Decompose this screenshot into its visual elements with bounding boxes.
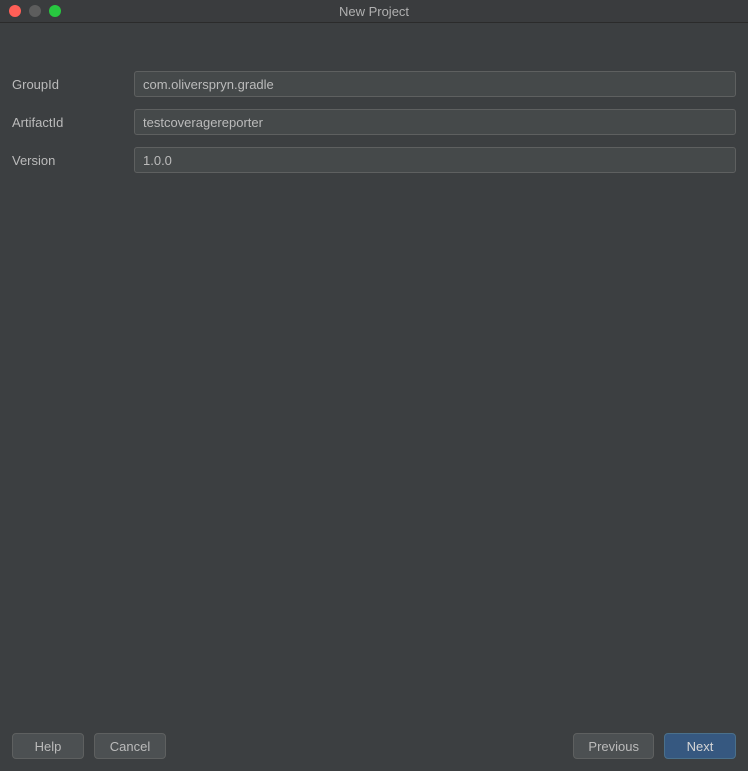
minimize-icon[interactable] <box>29 5 41 17</box>
dialog-content: GroupId ArtifactId Version Help Cancel P… <box>0 23 748 771</box>
window-controls <box>0 5 61 17</box>
close-icon[interactable] <box>9 5 21 17</box>
form-row-artifactid: ArtifactId <box>12 109 736 135</box>
groupid-label: GroupId <box>12 77 134 92</box>
titlebar: New Project <box>0 0 748 23</box>
next-button[interactable]: Next <box>664 733 736 759</box>
button-bar: Help Cancel Previous Next <box>12 723 736 759</box>
window-title: New Project <box>0 4 748 19</box>
form-area: GroupId ArtifactId Version <box>12 71 736 723</box>
version-label: Version <box>12 153 134 168</box>
groupid-input[interactable] <box>134 71 736 97</box>
cancel-button[interactable]: Cancel <box>94 733 166 759</box>
artifactid-input[interactable] <box>134 109 736 135</box>
version-input[interactable] <box>134 147 736 173</box>
form-row-version: Version <box>12 147 736 173</box>
form-row-groupid: GroupId <box>12 71 736 97</box>
maximize-icon[interactable] <box>49 5 61 17</box>
button-group-left: Help Cancel <box>12 733 166 759</box>
button-group-right: Previous Next <box>573 733 736 759</box>
previous-button[interactable]: Previous <box>573 733 654 759</box>
artifactid-label: ArtifactId <box>12 115 134 130</box>
help-button[interactable]: Help <box>12 733 84 759</box>
